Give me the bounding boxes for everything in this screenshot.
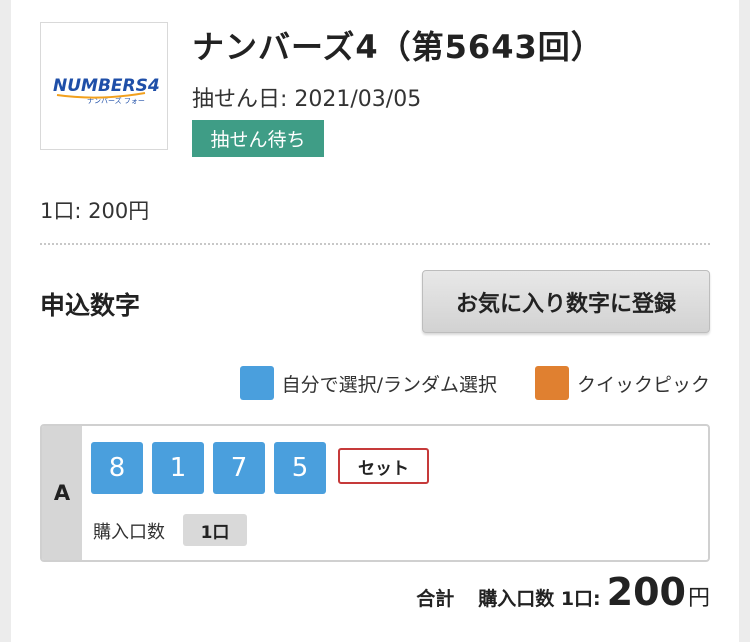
row-letter: A bbox=[42, 426, 82, 560]
page-title: ナンバーズ4（第5643回） bbox=[192, 28, 604, 66]
legend-label-manual: 自分で選択/ランダム選択 bbox=[281, 373, 497, 396]
total-currency: 円 bbox=[687, 586, 710, 611]
draw-date: 抽せん日: 2021/03/05 bbox=[192, 87, 422, 112]
total-label: 合計 bbox=[416, 588, 455, 610]
numbers4-logo: NUMBERS4 ナンバーズ フォー bbox=[40, 22, 168, 150]
numbers4-logo-image: NUMBERS4 ナンバーズ フォー bbox=[53, 76, 159, 105]
digit-4: 5 bbox=[274, 442, 326, 494]
add-favorite-numbers-button[interactable]: お気に入り数字に登録 bbox=[422, 270, 710, 333]
unit-price: 1口: 200円 bbox=[40, 199, 150, 223]
legend: 自分で選択/ランダム選択 クイックピック bbox=[239, 366, 710, 400]
legend-swatch-quickpick bbox=[534, 366, 569, 400]
section-title: 申込数字 bbox=[40, 291, 141, 320]
selection-row[interactable]: A 8 1 7 5 セット 購入口数 1口 bbox=[40, 424, 710, 562]
digit-1: 8 bbox=[91, 442, 143, 494]
legend-label-quickpick: クイックピック bbox=[576, 373, 710, 396]
total-amount: 200 bbox=[606, 570, 686, 614]
legend-swatch-manual bbox=[239, 366, 274, 400]
digit-3: 7 bbox=[213, 442, 265, 494]
total-quantity: 購入口数 1口: bbox=[478, 588, 601, 610]
total-summary: 合計 購入口数 1口: 200 円 bbox=[416, 570, 710, 614]
lottery-card: NUMBERS4 ナンバーズ フォー ナンバーズ4（第5643回） 抽せん日: … bbox=[11, 0, 739, 642]
digit-2: 1 bbox=[152, 442, 204, 494]
bet-type-badge: セット bbox=[338, 448, 429, 484]
divider bbox=[40, 243, 710, 245]
status-badge: 抽せん待ち bbox=[192, 120, 324, 157]
quantity-value: 1口 bbox=[183, 514, 247, 546]
selected-digits: 8 1 7 5 bbox=[91, 442, 326, 494]
quantity-label: 購入口数 bbox=[93, 522, 165, 543]
